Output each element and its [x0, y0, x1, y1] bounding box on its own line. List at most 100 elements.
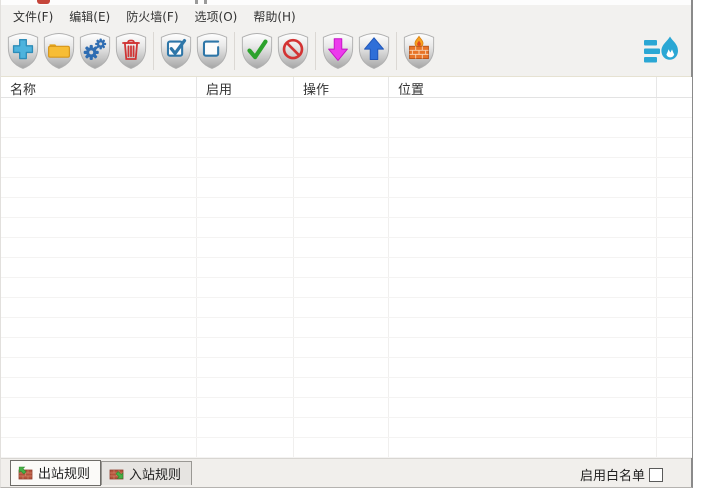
column-header-action[interactable]: 操作 — [294, 77, 389, 97]
tab-strip: 出站规则 入站规则 启用白名单 — [1, 458, 691, 487]
table-row[interactable] — [1, 378, 692, 398]
table-row[interactable] — [1, 158, 692, 178]
table-row[interactable] — [1, 98, 692, 118]
table-row[interactable] — [1, 358, 692, 378]
titlebar-cutoff — [1, 0, 691, 5]
menu-edit[interactable]: 编辑(E) — [61, 6, 118, 27]
table-cell — [1, 118, 197, 137]
tab-outbound-rules[interactable]: 出站规则 — [10, 460, 102, 486]
menu-options[interactable]: 选项(O) — [187, 6, 246, 27]
open-folder-shield-icon — [43, 32, 75, 69]
table-cell — [657, 138, 692, 157]
table-row[interactable] — [1, 438, 692, 458]
settings-gears-shield-icon — [79, 32, 111, 69]
table-cell — [294, 118, 389, 137]
table-cell — [294, 358, 389, 377]
table-cell — [197, 418, 294, 437]
table-cell — [197, 218, 294, 237]
whitelist-toggle-group: 启用白名单 — [580, 465, 663, 484]
table-row[interactable] — [1, 298, 692, 318]
table-cell — [197, 198, 294, 217]
table-row[interactable] — [1, 198, 692, 218]
table-cell — [657, 278, 692, 297]
table-cell — [197, 138, 294, 157]
toolbar-separator — [315, 31, 316, 70]
add-rule-button[interactable] — [5, 30, 41, 72]
table-cell — [197, 278, 294, 297]
tab-inbound-rules[interactable]: 入站规则 — [101, 461, 193, 485]
firewall-window: 文件(F) 编辑(E) 防火墙(F) 选项(O) 帮助(H) 名称 启用 操作 … — [0, 0, 693, 488]
delete-trash-shield-icon — [115, 32, 147, 69]
table-cell — [1, 418, 197, 437]
table-row[interactable] — [1, 178, 692, 198]
allow-button[interactable] — [239, 30, 275, 72]
table-cell — [197, 438, 294, 457]
table-row[interactable] — [1, 318, 692, 338]
table-cell — [1, 138, 197, 157]
menu-bar: 文件(F) 编辑(E) 防火墙(F) 选项(O) 帮助(H) — [1, 5, 691, 27]
open-folder-button[interactable] — [41, 30, 77, 72]
table-row[interactable] — [1, 138, 692, 158]
column-header-location[interactable]: 位置 — [389, 77, 657, 97]
move-down-arrow-shield-icon — [322, 32, 354, 69]
table-cell — [657, 178, 692, 197]
outbound-rules-icon — [18, 466, 33, 479]
delete-rule-button[interactable] — [113, 30, 149, 72]
table-cell — [389, 238, 657, 257]
table-cell — [197, 238, 294, 257]
table-cell — [657, 218, 692, 237]
check-all-button[interactable] — [158, 30, 194, 72]
table-row[interactable] — [1, 398, 692, 418]
table-cell — [389, 218, 657, 237]
table-row[interactable] — [1, 238, 692, 258]
tab-outbound-label: 出站规则 — [38, 467, 91, 482]
toolbar-separator — [153, 31, 154, 70]
table-row[interactable] — [1, 418, 692, 438]
column-header-enabled[interactable]: 启用 — [197, 77, 294, 97]
table-cell — [197, 158, 294, 177]
table-cell — [1, 278, 197, 297]
firewall-button[interactable] — [401, 30, 437, 72]
menu-file[interactable]: 文件(F) — [5, 6, 61, 27]
table-cell — [1, 378, 197, 397]
block-button[interactable] — [275, 30, 311, 72]
table-cell — [1, 358, 197, 377]
menu-help[interactable]: 帮助(H) — [245, 6, 303, 27]
table-cell — [657, 258, 692, 277]
table-cell — [294, 138, 389, 157]
table-cell — [294, 418, 389, 437]
table-cell — [294, 398, 389, 417]
table-cell — [1, 398, 197, 417]
whitelist-checkbox[interactable] — [649, 467, 663, 482]
table-cell — [197, 318, 294, 337]
menu-firewall[interactable]: 防火墙(F) — [118, 6, 186, 27]
table-cell — [1, 238, 197, 257]
uncheck-all-shield-icon — [196, 32, 228, 69]
settings-button[interactable] — [77, 30, 113, 72]
table-cell — [294, 438, 389, 457]
table-cell — [657, 98, 692, 117]
table-cell — [657, 198, 692, 217]
table-cell — [1, 198, 197, 217]
allow-check-shield-icon — [241, 32, 273, 69]
table-cell — [657, 418, 692, 437]
table-cell — [1, 158, 197, 177]
move-down-button[interactable] — [320, 30, 356, 72]
table-cell — [294, 178, 389, 197]
table-row[interactable] — [1, 118, 692, 138]
table-cell — [389, 138, 657, 157]
table-cell — [1, 258, 197, 277]
move-up-button[interactable] — [356, 30, 392, 72]
table-row[interactable] — [1, 338, 692, 358]
app-flame-list-logo — [643, 35, 681, 69]
table-row[interactable] — [1, 278, 692, 298]
table-cell — [294, 258, 389, 277]
table-row[interactable] — [1, 258, 692, 278]
table-cell — [1, 218, 197, 237]
table-cell — [197, 178, 294, 197]
table-cell — [389, 158, 657, 177]
table-row[interactable] — [1, 218, 692, 238]
uncheck-all-button[interactable] — [194, 30, 230, 72]
column-header-name[interactable]: 名称 — [1, 77, 197, 97]
table-cell — [197, 258, 294, 277]
